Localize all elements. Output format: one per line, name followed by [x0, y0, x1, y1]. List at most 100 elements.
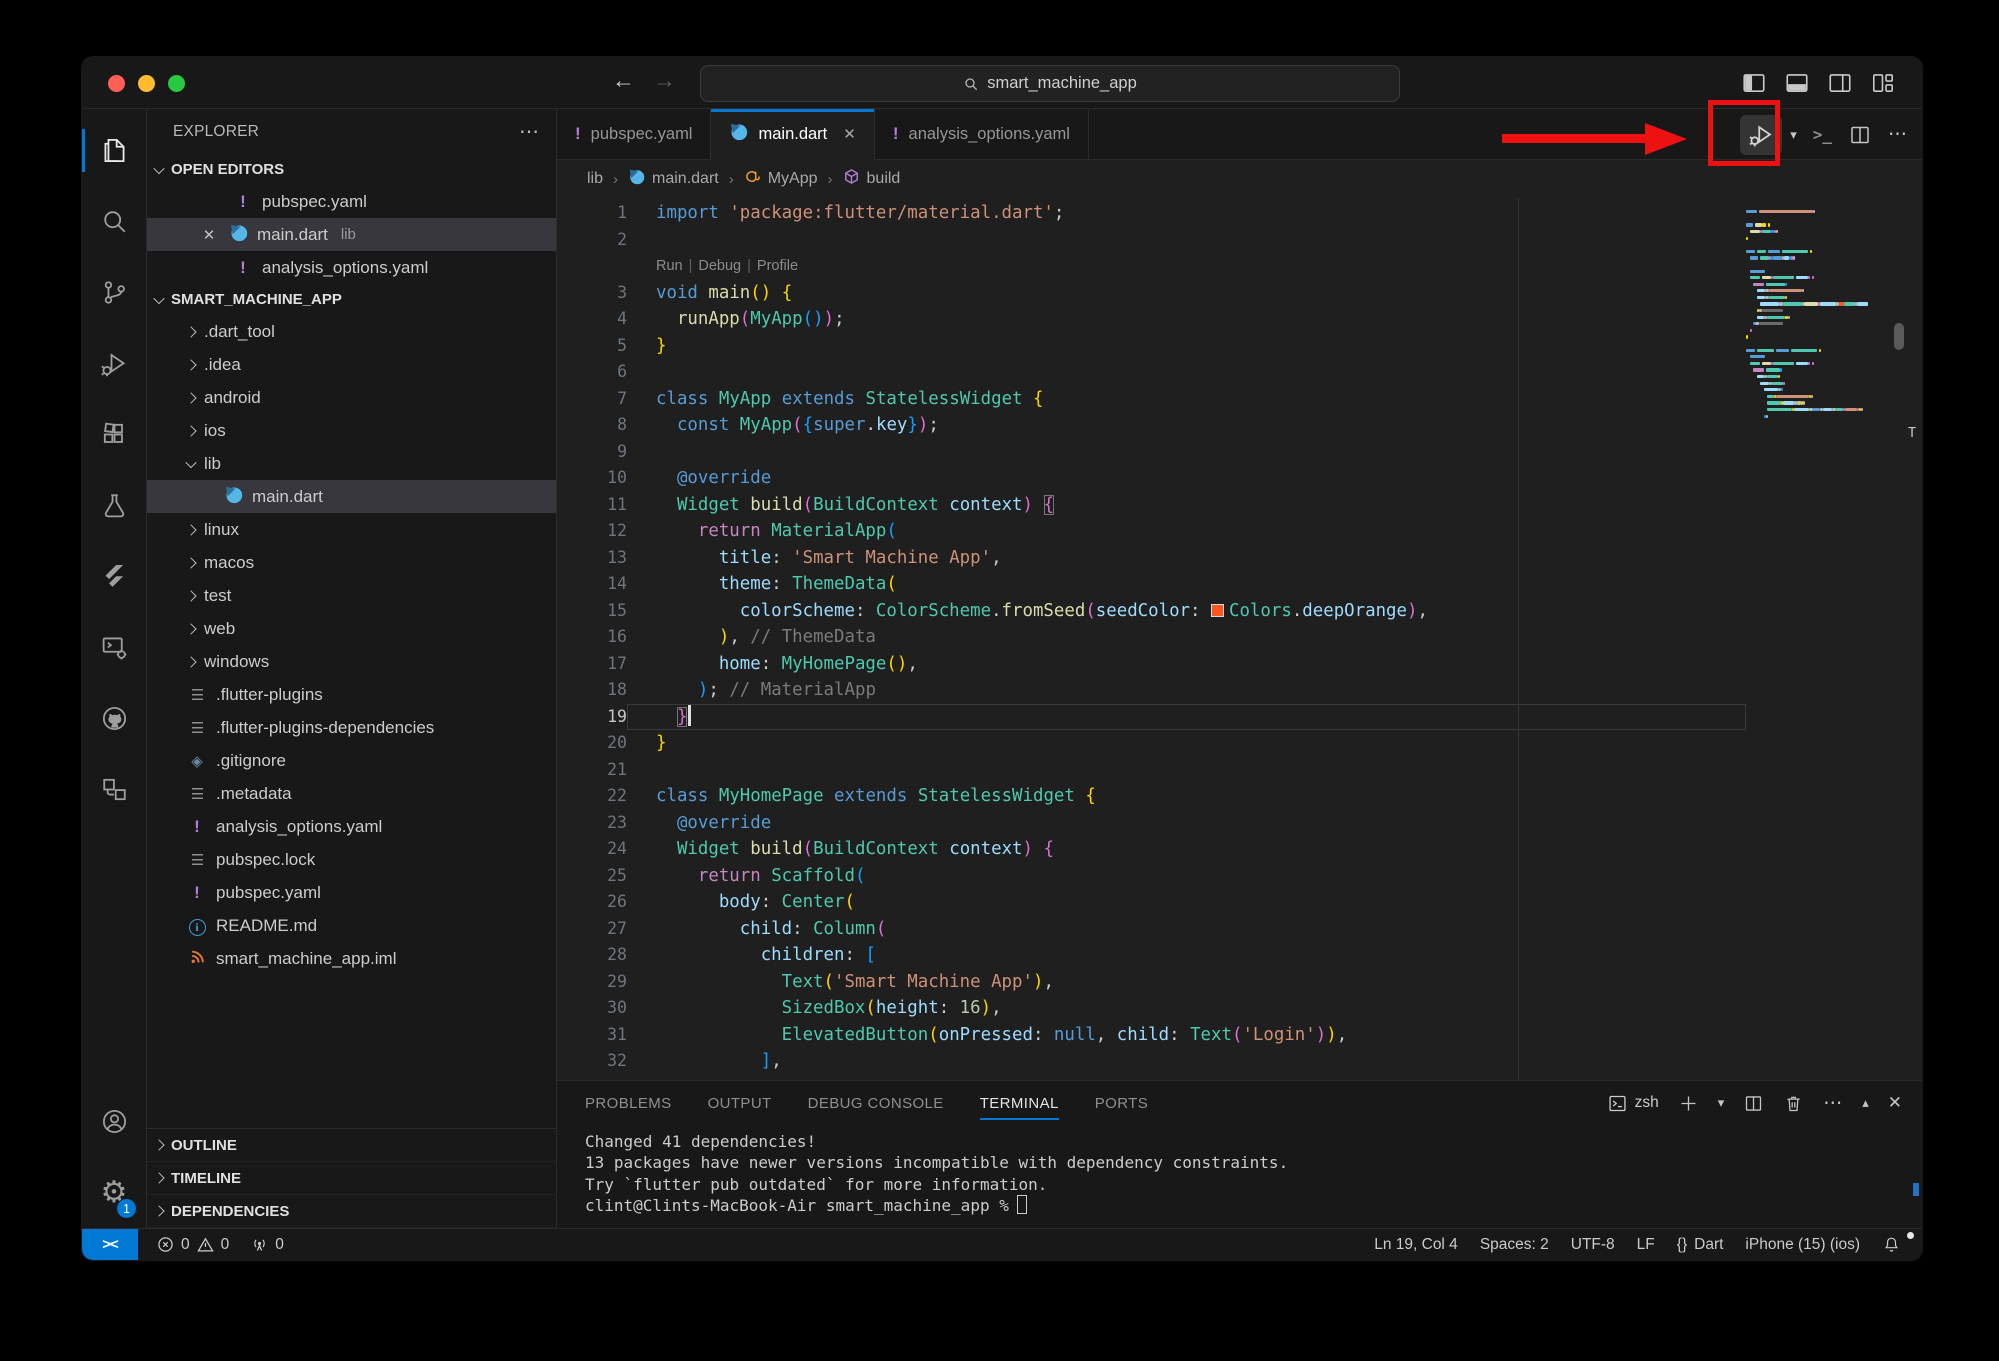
- tree-item[interactable]: iREADME.md: [147, 909, 556, 942]
- open-editor-item[interactable]: !pubspec.yaml: [147, 185, 556, 218]
- activity-flutter-icon[interactable]: [82, 541, 146, 612]
- code-line[interactable]: 13 title: 'Smart Machine App',: [557, 545, 1746, 572]
- activity-testing-icon[interactable]: [82, 470, 146, 541]
- code-line[interactable]: 5}: [557, 333, 1746, 360]
- panel-tab-problems[interactable]: PROBLEMS: [585, 1083, 672, 1124]
- tree-item[interactable]: windows: [147, 645, 556, 678]
- code-line[interactable]: 1import 'package:flutter/material.dart';: [557, 200, 1746, 227]
- command-center-search[interactable]: smart_machine_app: [700, 65, 1400, 102]
- problems-status[interactable]: 0 0: [146, 1236, 240, 1254]
- code-line[interactable]: 32 ],: [557, 1048, 1746, 1075]
- panel-tab-debug-console[interactable]: DEBUG CONSOLE: [808, 1083, 944, 1124]
- code-line[interactable]: 6: [557, 359, 1746, 386]
- terminal[interactable]: Changed 41 dependencies!13 packages have…: [557, 1125, 1922, 1228]
- minimap[interactable]: [1746, 198, 1872, 1080]
- tree-item[interactable]: smart_machine_app.iml: [147, 942, 556, 975]
- eol[interactable]: LF: [1626, 1236, 1666, 1254]
- close-icon[interactable]: ✕: [199, 226, 219, 244]
- panel-tab-ports[interactable]: PORTS: [1095, 1083, 1148, 1124]
- toggle-panel-icon[interactable]: [1784, 70, 1810, 96]
- code-line[interactable]: 23 @override: [557, 810, 1746, 837]
- code-line[interactable]: 31 ElevatedButton(onPressed: null, child…: [557, 1022, 1746, 1049]
- ports-status[interactable]: 0: [240, 1236, 295, 1254]
- panel-tab-terminal[interactable]: TERMINAL: [980, 1083, 1059, 1124]
- notifications-bell[interactable]: [1871, 1235, 1912, 1254]
- tree-item[interactable]: .dart_tool: [147, 315, 556, 348]
- open-editor-item[interactable]: !analysis_options.yaml: [147, 251, 556, 284]
- activity-remote-explorer-icon[interactable]: [82, 754, 146, 825]
- code-line[interactable]: 22class MyHomePage extends StatelessWidg…: [557, 783, 1746, 810]
- open-editor-item[interactable]: ✕main.dartlib: [147, 218, 556, 251]
- tree-item[interactable]: ☰pubspec.lock: [147, 843, 556, 876]
- code-line[interactable]: 14 theme: ThemeData(: [557, 571, 1746, 598]
- new-terminal-icon[interactable]: [1678, 1093, 1699, 1114]
- tree-item[interactable]: macos: [147, 546, 556, 579]
- tree-item[interactable]: lib: [147, 447, 556, 480]
- code-line[interactable]: 12 return MaterialApp(: [557, 518, 1746, 545]
- open-editors-header[interactable]: OPEN EDITORS: [147, 154, 556, 185]
- codelens-link[interactable]: Profile: [757, 258, 798, 274]
- tree-item[interactable]: android: [147, 381, 556, 414]
- tree-item[interactable]: !analysis_options.yaml: [147, 810, 556, 843]
- minimize-window-button[interactable]: [138, 75, 155, 92]
- tree-item[interactable]: test: [147, 579, 556, 612]
- terminal-dropdown-chevron[interactable]: ▾: [1718, 1095, 1725, 1111]
- code-line[interactable]: 30 SizedBox(height: 16),: [557, 995, 1746, 1022]
- code-line[interactable]: 4 runApp(MyApp());: [557, 306, 1746, 333]
- code-line[interactable]: 27 child: Column(: [557, 916, 1746, 943]
- back-button[interactable]: ←: [612, 67, 635, 94]
- sidebar-section-outline[interactable]: OUTLINE: [147, 1129, 556, 1162]
- breadcrumb-item[interactable]: build: [843, 168, 901, 190]
- shell-profile[interactable]: zsh: [1607, 1093, 1659, 1114]
- activity-run-and-debug-icon[interactable]: [82, 328, 146, 399]
- kill-terminal-icon[interactable]: [1783, 1093, 1804, 1114]
- forward-button[interactable]: →: [653, 67, 676, 94]
- panel-tab-output[interactable]: OUTPUT: [708, 1083, 772, 1124]
- activity-extensions-icon[interactable]: [82, 399, 146, 470]
- breadcrumb-item[interactable]: lib: [587, 170, 603, 188]
- tree-item[interactable]: linux: [147, 513, 556, 546]
- code-line[interactable]: 9: [557, 439, 1746, 466]
- codelens-link[interactable]: Debug: [698, 258, 741, 274]
- code-line[interactable]: 28 children: [: [557, 942, 1746, 969]
- customize-layout-icon[interactable]: [1870, 70, 1896, 96]
- indentation[interactable]: Spaces: 2: [1469, 1236, 1560, 1254]
- explorer-more-actions[interactable]: ⋯: [519, 119, 540, 144]
- code-line[interactable]: 20}: [557, 730, 1746, 757]
- remote-indicator[interactable]: ><: [82, 1229, 138, 1260]
- tree-item[interactable]: ios: [147, 414, 556, 447]
- code-line[interactable]: 17 home: MyHomePage(),: [557, 651, 1746, 678]
- tab-pubspec-yaml[interactable]: !pubspec.yaml: [557, 109, 711, 159]
- panel-more-actions[interactable]: ⋯: [1823, 1092, 1843, 1115]
- tree-item[interactable]: .idea: [147, 348, 556, 381]
- toggle-primary-sidebar-icon[interactable]: [1741, 70, 1767, 96]
- tree-item[interactable]: ☰.flutter-plugins: [147, 678, 556, 711]
- more-actions-icon[interactable]: ⋯: [1888, 123, 1908, 146]
- activity-explorer-icon[interactable]: [82, 115, 146, 186]
- sidebar-section-timeline[interactable]: TIMELINE: [147, 1162, 556, 1195]
- tree-item[interactable]: main.dart: [147, 480, 556, 513]
- tree-item[interactable]: !pubspec.yaml: [147, 876, 556, 909]
- language-mode[interactable]: {} Dart: [1666, 1236, 1735, 1254]
- breadcrumb-item[interactable]: MyApp: [744, 168, 818, 190]
- close-panel-icon[interactable]: ✕: [1888, 1093, 1902, 1113]
- codelens-link[interactable]: Run: [656, 258, 683, 274]
- code-line[interactable]: 29 Text('Smart Machine App'),: [557, 969, 1746, 996]
- split-terminal-icon[interactable]: [1743, 1093, 1764, 1114]
- toggle-secondary-sidebar-icon[interactable]: [1827, 70, 1853, 96]
- code-line[interactable]: 25 return Scaffold(: [557, 863, 1746, 890]
- tree-item[interactable]: ◈.gitignore: [147, 744, 556, 777]
- code-line[interactable]: 11 Widget build(BuildContext context) {: [557, 492, 1746, 519]
- tree-item[interactable]: ☰.flutter-plugins-dependencies: [147, 711, 556, 744]
- code-line[interactable]: 26 body: Center(: [557, 889, 1746, 916]
- tree-item[interactable]: ☰.metadata: [147, 777, 556, 810]
- code-line[interactable]: 8 const MyApp({super.key});: [557, 412, 1746, 439]
- encoding[interactable]: UTF-8: [1560, 1236, 1626, 1254]
- zoom-window-button[interactable]: [168, 75, 185, 92]
- split-editor-icon[interactable]: [1848, 123, 1872, 147]
- maximize-panel-chevron[interactable]: ▴: [1862, 1095, 1869, 1111]
- project-root-header[interactable]: SMART_MACHINE_APP: [147, 284, 556, 315]
- code-line[interactable]: 2: [557, 227, 1746, 254]
- cursor-position[interactable]: Ln 19, Col 4: [1363, 1236, 1469, 1254]
- code-line[interactable]: 24 Widget build(BuildContext context) {: [557, 836, 1746, 863]
